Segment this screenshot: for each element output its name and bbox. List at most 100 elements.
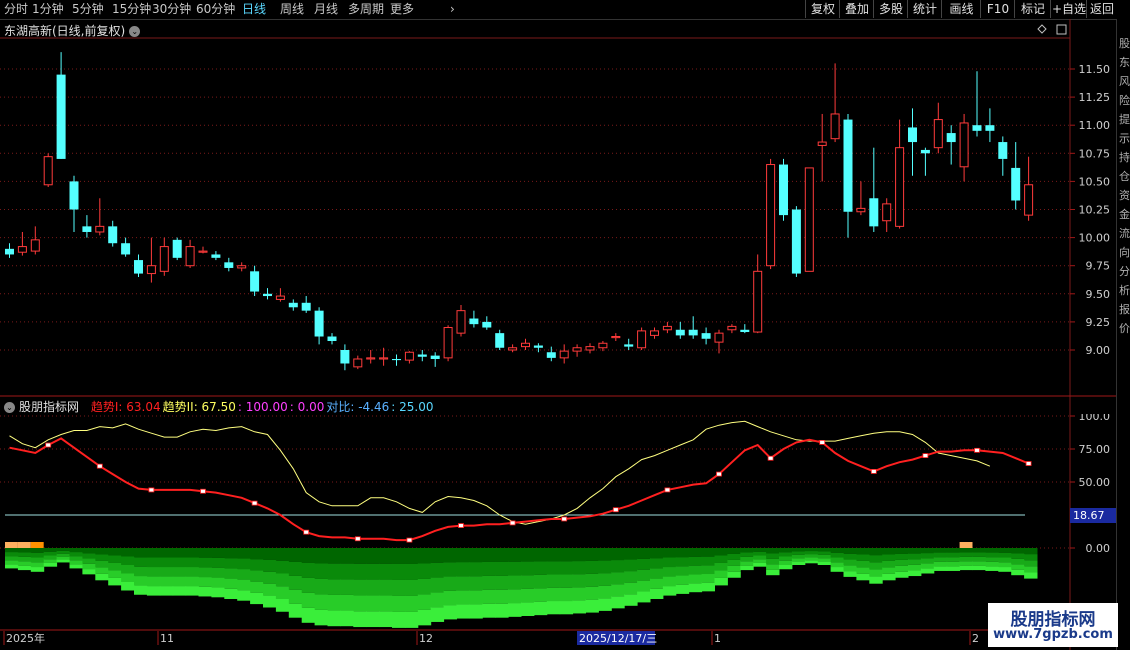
histogram-bar	[301, 592, 316, 608]
histogram-bar	[533, 601, 548, 616]
histogram-bar	[572, 561, 586, 575]
histogram-bar	[288, 603, 303, 618]
histogram-bar	[753, 548, 767, 552]
histogram-bar	[121, 573, 135, 582]
candle-body	[598, 342, 608, 349]
histogram-bar	[482, 589, 496, 604]
trend1-marker	[767, 455, 774, 461]
indicator-corner	[1071, 398, 1116, 414]
histogram-bar	[856, 567, 870, 574]
histogram-bar	[675, 575, 690, 585]
histogram-bar	[379, 563, 393, 580]
indicator-legend[interactable]: ⌄ 股朋指标网 趋势I: 63.04 趋势II: 67.50: 100.00: 0.…	[4, 398, 435, 415]
trend1-marker	[1025, 461, 1032, 466]
side-panel-label[interactable]: 流	[1118, 227, 1130, 240]
side-panel-label[interactable]: 报	[1118, 303, 1130, 316]
histogram-bar	[895, 571, 909, 578]
histogram-bar	[392, 579, 406, 596]
histogram-bar	[263, 571, 277, 584]
side-panel-label[interactable]: 金	[1118, 208, 1130, 221]
side-panel-label[interactable]: 资	[1118, 189, 1130, 202]
candle-body	[392, 358, 401, 361]
histogram-bar	[159, 548, 174, 558]
histogram-bar	[701, 548, 715, 557]
histogram-bar	[598, 573, 612, 586]
side-panel[interactable]: 股东风险提示持仓资金流向分析报价	[1116, 19, 1130, 650]
histogram-bar	[275, 548, 290, 561]
histogram-bar	[417, 563, 432, 579]
histogram-bar	[688, 583, 703, 593]
candle-body	[417, 354, 427, 357]
side-panel-label[interactable]: 风	[1118, 75, 1130, 88]
histogram-bar	[95, 567, 109, 574]
side-panel-label[interactable]: 价	[1118, 322, 1130, 335]
histogram-bar	[121, 565, 135, 574]
side-panel-label[interactable]: 示	[1118, 132, 1130, 145]
side-panel-label[interactable]: 仓	[1118, 170, 1130, 183]
candle-body	[301, 302, 311, 311]
candle-body	[572, 347, 582, 352]
histogram-bar	[340, 548, 354, 564]
histogram-bar	[198, 548, 212, 558]
histogram-bar	[998, 552, 1012, 558]
candle-body	[1011, 167, 1021, 201]
histogram-bar	[366, 548, 380, 564]
histogram-bar	[585, 560, 599, 574]
histogram-bar	[869, 569, 883, 577]
candle-body	[353, 358, 363, 368]
histogram-bar	[482, 575, 496, 590]
side-panel-label[interactable]: 股	[1118, 37, 1130, 50]
side-panel-label[interactable]: 分	[1118, 265, 1130, 278]
histogram-bar	[1024, 548, 1038, 555]
histogram-bar	[804, 557, 819, 561]
histogram-bar	[637, 548, 651, 559]
kline-chart[interactable]: 11.5011.2511.0010.7510.5010.2510.009.759…	[0, 0, 1116, 650]
time-label: 2	[972, 632, 979, 645]
side-panel-label[interactable]: 提	[1118, 113, 1130, 126]
candle-body	[546, 352, 556, 358]
histogram-bar	[263, 595, 277, 608]
candle-body	[404, 351, 414, 361]
histogram-bar	[650, 558, 664, 569]
histogram-bar	[469, 590, 483, 605]
side-panel-label[interactable]: 持	[1118, 151, 1130, 164]
side-panel-label[interactable]: 析	[1118, 284, 1130, 297]
histogram-bar	[30, 567, 45, 572]
histogram-bar	[714, 570, 728, 578]
chevron-down-icon[interactable]: ⌄	[4, 402, 15, 413]
histogram-bar	[727, 565, 741, 572]
candle-body	[882, 203, 892, 222]
histogram-bar	[379, 548, 393, 564]
histogram-bar	[159, 576, 174, 587]
histogram-bar	[237, 569, 251, 580]
histogram-bar	[121, 548, 135, 557]
histogram-bar	[482, 548, 496, 562]
histogram-bar	[933, 548, 948, 553]
trend1-marker	[974, 447, 980, 453]
histogram-bar	[237, 558, 251, 570]
histogram-bar	[766, 569, 780, 576]
candle-body	[843, 119, 853, 212]
histogram-bar	[185, 548, 199, 558]
histogram-bar	[908, 570, 922, 577]
candle-body	[791, 209, 801, 274]
candle-body	[288, 302, 298, 308]
trend1-line	[9, 437, 1029, 542]
histogram-bar	[224, 578, 238, 589]
side-panel-label[interactable]: 向	[1118, 246, 1130, 259]
trend1-marker	[148, 487, 155, 493]
candle-body	[159, 246, 169, 272]
histogram-bar	[495, 561, 509, 576]
histogram-bar	[353, 548, 367, 564]
histogram-bar	[701, 582, 715, 592]
side-panel-label[interactable]: 险	[1118, 94, 1130, 107]
histogram-bar	[353, 611, 367, 628]
histogram-bar	[895, 565, 909, 572]
histogram-bar	[714, 555, 728, 563]
histogram-bar	[327, 594, 341, 611]
side-panel-label[interactable]: 东	[1118, 56, 1130, 69]
histogram-bar	[456, 576, 470, 591]
price-tick-label: 9.00	[1086, 344, 1111, 357]
window-icon	[1056, 24, 1067, 35]
histogram-bar	[559, 561, 574, 575]
